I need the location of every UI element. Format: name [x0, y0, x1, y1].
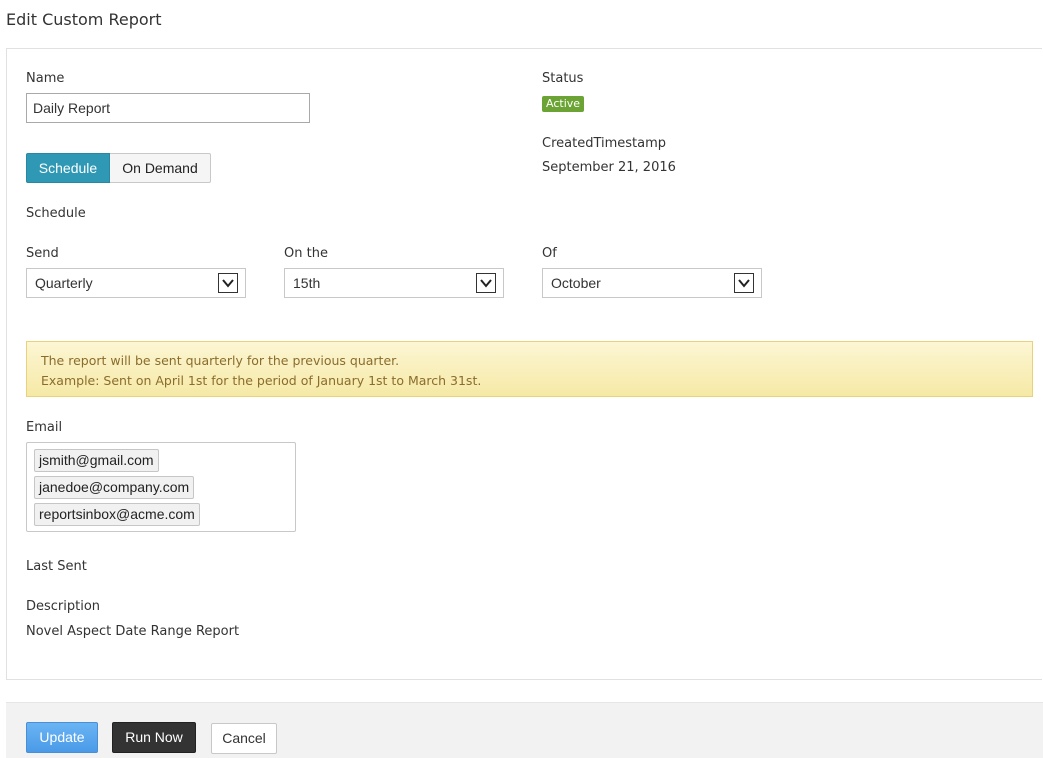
description-label: Description: [26, 599, 101, 614]
on-the-select[interactable]: 15th: [284, 268, 504, 298]
status-label: Status: [542, 71, 584, 86]
on-the-select-value: 15th: [293, 275, 321, 291]
of-select-value: October: [551, 275, 601, 291]
of-select[interactable]: October: [542, 268, 762, 298]
chevron-down-icon[interactable]: [734, 273, 754, 293]
status-badge: Active: [542, 96, 585, 112]
of-label: Of: [542, 246, 557, 261]
last-sent-label: Last Sent: [26, 559, 87, 574]
name-input[interactable]: [26, 93, 310, 123]
email-tags-input[interactable]: jsmith@gmail.com janedoe@company.com rep…: [26, 442, 296, 532]
send-select-value: Quarterly: [35, 275, 93, 291]
email-label: Email: [26, 420, 63, 435]
run-now-button[interactable]: Run Now: [112, 722, 196, 753]
update-button[interactable]: Update: [26, 722, 98, 753]
name-label: Name: [26, 71, 65, 86]
description-value: Novel Aspect Date Range Report: [26, 624, 240, 639]
schedule-section-label: Schedule: [26, 206, 86, 221]
on-demand-toggle-button[interactable]: On Demand: [110, 153, 211, 183]
form-footer: Update Run Now Cancel: [6, 702, 1043, 758]
on-the-label: On the: [284, 246, 328, 261]
chevron-down-icon[interactable]: [476, 273, 496, 293]
email-tag[interactable]: reportsinbox@acme.com: [34, 503, 200, 526]
chevron-down-icon[interactable]: [218, 273, 238, 293]
schedule-info-alert: The report will be sent quarterly for th…: [26, 341, 1033, 397]
schedule-toggle-button[interactable]: Schedule: [26, 153, 110, 183]
cancel-button[interactable]: Cancel: [211, 723, 277, 754]
send-select[interactable]: Quarterly: [26, 268, 246, 298]
schedule-info-line-1: The report will be sent quarterly for th…: [41, 353, 400, 368]
send-label: Send: [26, 246, 59, 261]
schedule-info-line-2: Example: Sent on April 1st for the perio…: [41, 373, 482, 388]
page-title: Edit Custom Report: [6, 10, 162, 29]
email-tag[interactable]: janedoe@company.com: [34, 476, 195, 499]
created-timestamp-label: CreatedTimestamp: [542, 136, 667, 151]
created-timestamp-value: September 21, 2016: [542, 160, 676, 175]
email-tag[interactable]: jsmith@gmail.com: [34, 449, 159, 472]
